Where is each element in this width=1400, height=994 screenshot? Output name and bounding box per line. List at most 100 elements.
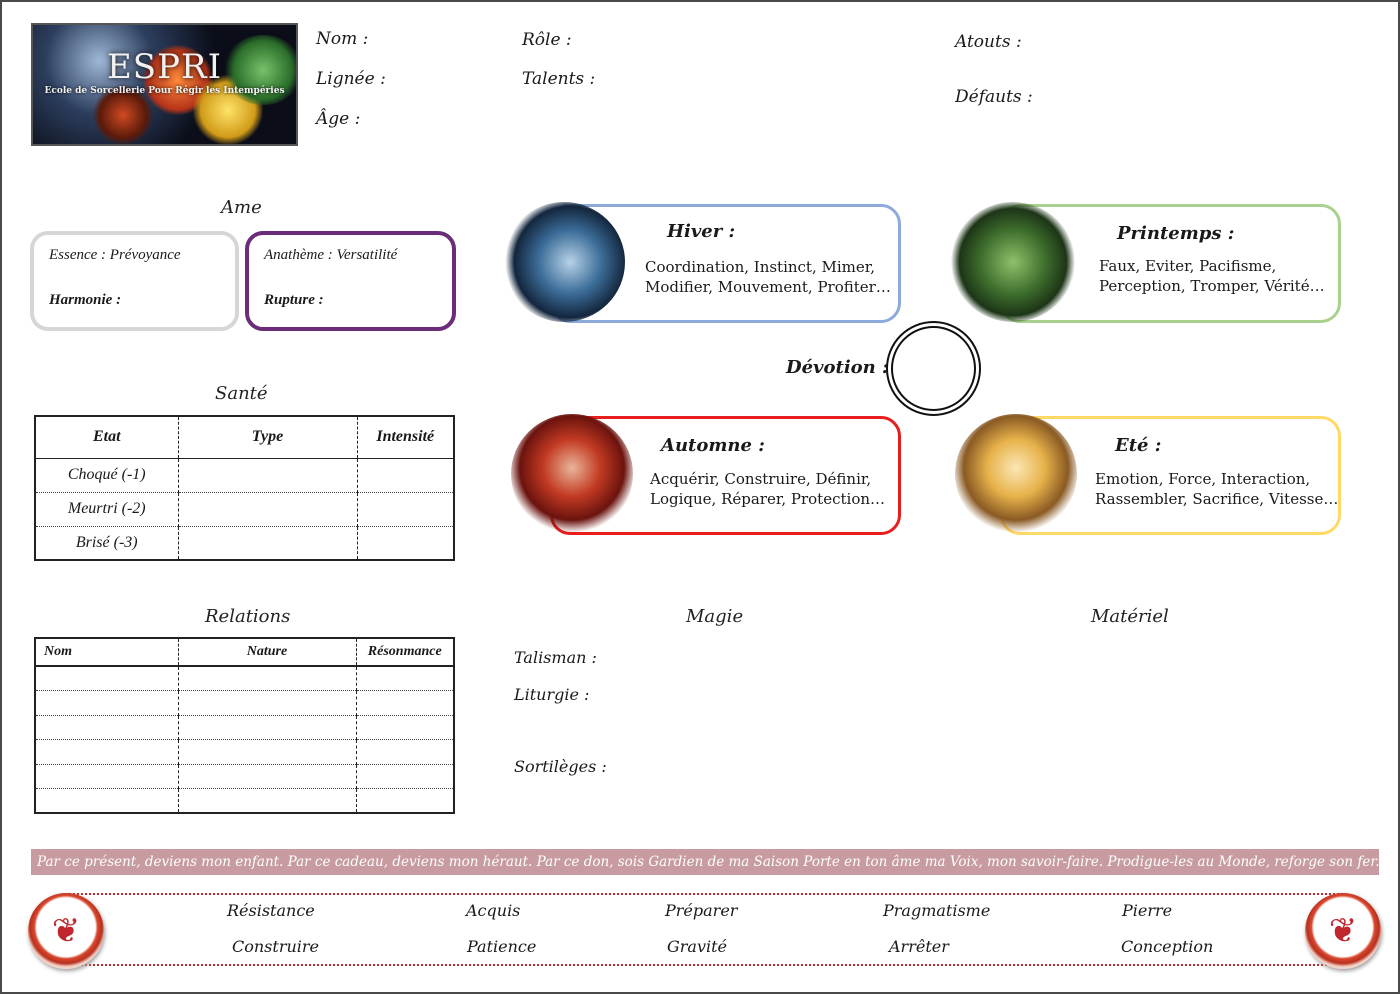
sortileges-label: Sortilèges : <box>514 757 607 776</box>
table-row <box>35 715 454 740</box>
relation-nature-cell[interactable] <box>177 764 356 789</box>
sante-intensite-cell[interactable] <box>356 492 454 527</box>
devotion-outer-ring <box>886 321 981 416</box>
automne-title: Automne : <box>661 435 765 456</box>
table-row <box>35 788 454 814</box>
automne-portrait <box>511 414 633 534</box>
essence-box: Essence : Prévoyance Harmonie : <box>30 231 239 331</box>
essence-label: Essence : Prévoyance <box>49 247 181 263</box>
automne-skills-line1: Acquérir, Construire, Définir, <box>650 470 872 488</box>
sante-header-intensite: Intensité <box>356 416 454 459</box>
espri-logo: ESPRI Ecole de Sorcellerie Pour Régir le… <box>31 23 298 146</box>
magie-title: Magie <box>686 606 744 627</box>
harmonie-label: Harmonie : <box>49 292 122 308</box>
ame-title: Ame <box>221 197 262 218</box>
sante-header-type: Type <box>177 416 357 459</box>
keyword: Préparer <box>665 901 738 920</box>
logo-subtitle: Ecole de Sorcellerie Pour Régir les Inte… <box>44 86 285 96</box>
table-row <box>35 739 454 765</box>
ete-skills-line2: Rassembler, Sacrifice, Vitesse… <box>1095 490 1339 508</box>
keyword: Conception <box>1121 937 1214 956</box>
maple-leaf-icon: ❦ <box>1328 911 1358 951</box>
oath-quote: Par ce présent, deviens mon enfant. Par … <box>31 849 1379 875</box>
printemps-skills-line2: Perception, Tromper, Vérité… <box>1099 277 1325 295</box>
relations-header-nom: Nom <box>35 638 178 667</box>
keyword: Gravité <box>667 937 728 956</box>
table-row: Choqué (-1) <box>35 458 454 493</box>
sante-table: Etat Type Intensité Choqué (-1) Meurtri … <box>34 415 455 561</box>
sante-etat-cell: Choqué (-1) <box>35 458 178 493</box>
printemps-title: Printemps : <box>1117 223 1235 244</box>
relation-nom-cell[interactable] <box>35 690 178 716</box>
maple-leaf-icon: ❦ <box>51 911 81 951</box>
lignee-label: Lignée : <box>316 69 386 89</box>
table-row: Brisé (-3) <box>35 526 454 560</box>
right-medallion: ❦ <box>1305 893 1381 969</box>
sante-type-cell[interactable] <box>177 492 357 527</box>
relation-nature-cell[interactable] <box>177 739 356 765</box>
printemps-portrait <box>951 202 1075 322</box>
hiver-title: Hiver : <box>667 221 736 242</box>
sante-intensite-cell[interactable] <box>356 458 454 493</box>
relation-nature-cell[interactable] <box>177 788 356 813</box>
relation-resonance-cell[interactable] <box>355 715 454 740</box>
relation-nature-cell[interactable] <box>177 666 356 691</box>
relation-resonance-cell[interactable] <box>355 690 454 716</box>
automne-skills: Acquérir, Construire, Définir, Logique, … <box>650 469 885 509</box>
keyword: Pragmatisme <box>883 901 991 920</box>
relation-nature-cell[interactable] <box>177 690 356 716</box>
relation-resonance-cell[interactable] <box>355 739 454 765</box>
printemps-skills: Faux, Eviter, Pacifisme, Perception, Tro… <box>1099 256 1325 296</box>
relation-nature-cell[interactable] <box>177 715 356 740</box>
nom-label: Nom : <box>316 29 369 49</box>
keyword: Pierre <box>1122 901 1173 920</box>
relation-resonance-cell[interactable] <box>355 788 454 813</box>
left-medallion: ❦ <box>28 893 104 969</box>
sante-etat-cell: Meurtri (-2) <box>35 492 178 527</box>
anatheme-label: Anathème : Versatilité <box>264 247 398 263</box>
relations-header-resonance: Résonmance <box>355 638 454 667</box>
sante-header-etat: Etat <box>35 416 178 459</box>
anatheme-box: Anathème : Versatilité Rupture : <box>245 231 456 331</box>
relation-nom-cell[interactable] <box>35 666 178 691</box>
sante-title: Santé <box>215 383 268 404</box>
rupture-label: Rupture : <box>264 292 324 308</box>
relations-title: Relations <box>205 606 291 627</box>
relation-resonance-cell[interactable] <box>355 764 454 789</box>
keyword: Arrêter <box>889 937 949 956</box>
liturgie-label: Liturgie : <box>514 685 590 704</box>
age-label: Âge : <box>316 109 361 129</box>
table-row <box>35 690 454 716</box>
sante-etat-cell: Brisé (-3) <box>75 533 138 551</box>
relations-header-nature: Nature <box>177 638 356 667</box>
devotion-circle[interactable] <box>891 326 976 411</box>
relations-table: Nom Nature Résonmance <box>34 637 455 814</box>
keyword: Résistance <box>227 901 315 920</box>
hiver-skills: Coordination, Instinct, Mimer, Modifier,… <box>645 257 891 297</box>
table-row <box>35 666 454 691</box>
relation-nom-cell[interactable] <box>35 789 178 814</box>
atouts-label: Atouts : <box>955 32 1022 52</box>
materiel-title: Matériel <box>1091 606 1169 627</box>
ete-skills-line1: Emotion, Force, Interaction, <box>1095 470 1311 488</box>
devotion-label: Dévotion : <box>786 357 889 378</box>
relation-nom-cell[interactable] <box>35 739 178 765</box>
hiver-skills-line1: Coordination, Instinct, Mimer, <box>645 258 876 276</box>
sante-type-cell[interactable] <box>177 458 357 493</box>
relation-nom-cell[interactable] <box>35 764 178 789</box>
table-row <box>35 764 454 789</box>
ete-title: Eté : <box>1115 435 1162 456</box>
talents-label: Talents : <box>522 69 596 89</box>
hiver-skills-line2: Modifier, Mouvement, Profiter… <box>645 278 891 296</box>
relation-resonance-cell[interactable] <box>355 666 454 691</box>
printemps-skills-line1: Faux, Eviter, Pacifisme, <box>1099 257 1277 275</box>
hiver-portrait <box>503 202 625 322</box>
relation-nom-cell[interactable] <box>35 715 178 740</box>
sante-type-cell[interactable] <box>177 526 357 560</box>
automne-skills-line2: Logique, Réparer, Protection… <box>650 490 886 508</box>
table-row: Meurtri (-2) <box>35 492 454 527</box>
keyword: Patience <box>467 937 537 956</box>
sante-intensite-cell[interactable] <box>356 526 454 560</box>
talisman-label: Talisman : <box>514 648 597 667</box>
ete-portrait <box>955 414 1077 534</box>
